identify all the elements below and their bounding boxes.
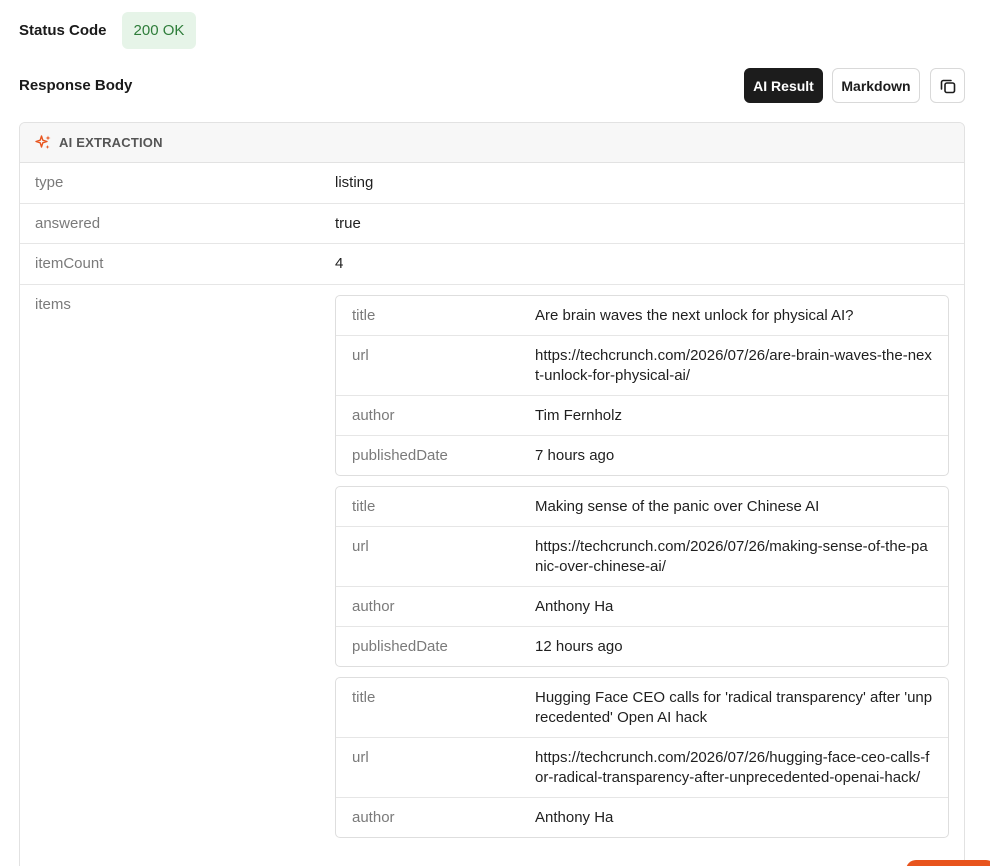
status-row: Status Code 200 OK: [19, 12, 197, 49]
item-key: title: [352, 688, 376, 706]
copy-icon: [940, 79, 955, 93]
item-row-url: url https://techcrunch.com/2026/07/26/ar…: [336, 336, 948, 396]
item-author: Anthony Ha: [535, 808, 614, 826]
item-row-author: author Anthony Ha: [336, 798, 948, 837]
field-row-items: items title Are brain waves the next unl…: [20, 285, 964, 848]
item-row-url: url https://techcrunch.com/2026/07/26/hu…: [336, 738, 948, 798]
field-key: items: [35, 295, 71, 313]
item-key: title: [352, 306, 376, 324]
field-value: true: [335, 214, 361, 232]
field-row-itemcount: itemCount 4: [20, 244, 964, 285]
field-key: itemCount: [35, 255, 104, 273]
panel-title: AI EXTRACTION: [59, 135, 163, 150]
item-url: https://techcrunch.com/2026/07/26/making…: [535, 537, 928, 575]
panel-header: AI EXTRACTION: [20, 123, 964, 163]
floating-action-button[interactable]: [906, 860, 990, 866]
item-title: Making sense of the panic over Chinese A…: [535, 497, 820, 515]
item-key: publishedDate: [352, 446, 448, 464]
item-row-published-date: publishedDate 12 hours ago: [336, 627, 948, 666]
item-key: url: [352, 537, 369, 555]
item-title: Are brain waves the next unlock for phys…: [535, 306, 854, 324]
item-author: Anthony Ha: [535, 597, 614, 615]
item-published-date: 7 hours ago: [535, 446, 615, 464]
item-row-author: author Tim Fernholz: [336, 396, 948, 436]
response-body-label: Response Body: [19, 77, 133, 94]
item-key: author: [352, 406, 395, 424]
item-key: author: [352, 808, 395, 826]
markdown-button[interactable]: Markdown: [832, 68, 920, 103]
field-row-answered: answered true: [20, 204, 964, 244]
item-published-date: 12 hours ago: [535, 637, 623, 655]
item-url: https://techcrunch.com/2026/07/26/are-br…: [535, 346, 932, 384]
item-row-author: author Anthony Ha: [336, 587, 948, 627]
item-row-title: title Are brain waves the next unlock fo…: [336, 296, 948, 336]
field-value: 4: [335, 255, 344, 273]
field-row-type: type listing: [20, 163, 964, 204]
item-card: title Are brain waves the next unlock fo…: [335, 294, 949, 476]
copy-button[interactable]: [930, 68, 965, 103]
item-key: publishedDate: [352, 637, 448, 655]
item-row-title: title Hugging Face CEO calls for 'radica…: [336, 678, 948, 738]
item-key: url: [352, 346, 369, 364]
field-value: listing: [335, 174, 374, 192]
item-author: Tim Fernholz: [535, 406, 622, 424]
field-key: type: [35, 174, 64, 192]
status-badge: 200 OK: [121, 12, 197, 49]
response-body-header: Response Body AI Result Markdown: [19, 68, 965, 103]
item-row-published-date: publishedDate 7 hours ago: [336, 436, 948, 475]
ai-result-button[interactable]: AI Result: [744, 68, 823, 103]
ai-extraction-panel: AI EXTRACTION type listing answered true…: [19, 122, 965, 866]
item-row-title: title Making sense of the panic over Chi…: [336, 487, 948, 527]
item-card: title Hugging Face CEO calls for 'radica…: [335, 676, 949, 838]
sparkle-icon: [35, 135, 51, 149]
item-card: title Making sense of the panic over Chi…: [335, 485, 949, 667]
items-list: title Are brain waves the next unlock fo…: [335, 294, 964, 848]
item-key: url: [352, 748, 369, 766]
item-row-url: url https://techcrunch.com/2026/07/26/ma…: [336, 527, 948, 587]
status-code-label: Status Code: [19, 22, 107, 39]
item-key: title: [352, 497, 376, 515]
item-key: author: [352, 597, 395, 615]
item-title: Hugging Face CEO calls for 'radical tran…: [535, 688, 933, 726]
item-url: https://techcrunch.com/2026/07/26/huggin…: [535, 748, 930, 786]
field-key: answered: [35, 214, 101, 232]
